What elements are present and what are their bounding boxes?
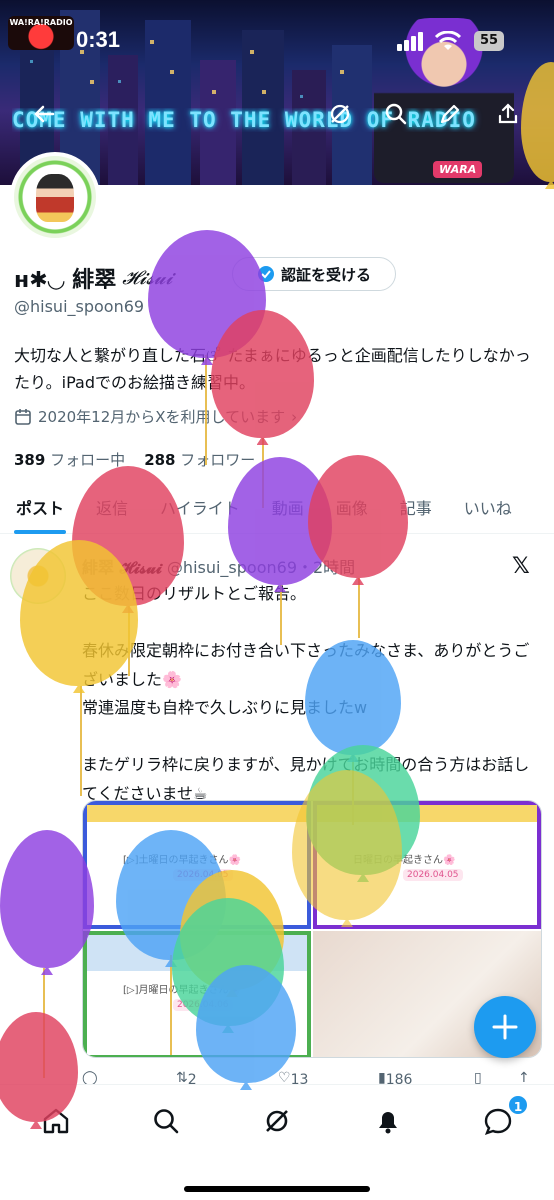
post-line: ここ数日のリザルトとご報告。	[82, 584, 307, 603]
post-header: 緋翠 𝓗𝓲𝓼𝓾𝓲 @hisui_spoon69・2時間	[82, 554, 502, 578]
balloon-purple	[148, 230, 266, 358]
edit-button[interactable]	[432, 96, 468, 132]
following-link[interactable]: 389 フォロー中	[14, 451, 125, 469]
share-button[interactable]	[490, 96, 526, 132]
post-text: ここ数日のリザルトとご報告。 春休み限定朝枠にお付き合い下さったみなさま、ありが…	[82, 580, 544, 808]
edit-icon	[440, 104, 460, 124]
follow-stats: 389 フォロー中 288 フォロワー	[14, 449, 255, 470]
tab-posts[interactable]: ポスト	[0, 484, 80, 534]
nav-notifications[interactable]	[368, 1101, 408, 1141]
grok-icon	[266, 1110, 288, 1132]
nav-grok[interactable]	[257, 1101, 297, 1141]
joined-text: 2020年12月からXを利用しています	[38, 408, 286, 426]
home-icon	[43, 1108, 69, 1134]
bottom-navigation	[0, 1084, 554, 1200]
home-indicator	[184, 1186, 370, 1192]
media-date: 2026.04.05	[173, 869, 233, 881]
grok-button[interactable]	[322, 96, 358, 132]
get-verified-button[interactable]: 認証を受ける	[232, 257, 396, 291]
followers-label: フォロワー	[180, 451, 256, 469]
x-logo-icon: 𝕏	[512, 554, 530, 579]
back-button[interactable]	[26, 96, 62, 132]
battery-indicator: 55	[474, 31, 504, 51]
media-date: 2026.04.06	[173, 999, 233, 1011]
post-line	[82, 723, 544, 752]
media-image-3[interactable]: [▷]月曜日の早起きさん🌸 2026.04.06	[83, 931, 311, 1057]
profile-name: ʜ✱◡ 緋翠	[14, 268, 117, 293]
wifi-icon	[434, 31, 462, 50]
followers-link[interactable]: 288 フォロワー	[144, 451, 255, 469]
profile-handle: @hisui_spoon69	[14, 297, 145, 316]
get-verified-label: 認証を受ける	[280, 265, 371, 284]
tab-videos[interactable]: 動画	[256, 484, 320, 534]
tab-highlights[interactable]: ハイライト	[144, 484, 256, 534]
post-line: 春休み限定朝枠にお付き合い下さったみなさま、ありがとうございました🌸	[82, 641, 530, 689]
verified-badge-icon	[257, 266, 274, 282]
media-caption: [▷]月曜日の早起きさん🌸	[123, 985, 241, 996]
post-line	[82, 609, 544, 638]
search-icon	[385, 103, 407, 125]
joined-date[interactable]: 2020年12月からXを利用しています ›	[14, 406, 297, 427]
nav-search[interactable]	[146, 1101, 186, 1141]
back-arrow-icon	[34, 105, 55, 123]
followers-count: 288	[144, 451, 176, 469]
status-bar: WA!RA!RADIO 0:31 55	[0, 0, 554, 80]
banner-text: COME WITH ME TO THE WORLD OF RADIO	[12, 108, 476, 132]
profile-name-row: ʜ✱◡ 緋翠 𝓗𝓲𝓼𝓾𝓲	[14, 262, 172, 294]
calendar-icon	[15, 408, 31, 425]
plus-icon	[492, 1014, 518, 1040]
profile-avatar[interactable]	[10, 152, 100, 242]
wara-badge: WARA	[433, 161, 483, 178]
chevron-right-icon: ›	[291, 407, 298, 426]
grok-icon	[330, 104, 350, 124]
balloon-purple	[0, 830, 94, 968]
status-time: 0:31	[76, 27, 121, 52]
following-count: 389	[14, 451, 46, 469]
post-handle-time: @hisui_spoon69・2時間	[166, 558, 356, 577]
following-label: フォロー中	[50, 451, 126, 469]
share-icon	[498, 103, 518, 124]
nav-home[interactable]	[36, 1101, 76, 1141]
tab-likes[interactable]: いいね	[448, 484, 528, 534]
post-line: 常連温度も自枠で久しぶりに見ましたw	[82, 698, 368, 717]
avatar-illustration	[36, 174, 74, 222]
tab-articles[interactable]: 記事	[384, 484, 448, 534]
radio-logo: WA!RA!RADIO	[8, 16, 74, 50]
tab-images[interactable]: 画像	[320, 484, 384, 534]
media-caption: [▷]土曜日の早起きさん🌸	[123, 855, 241, 866]
messages-badge: 1	[507, 1094, 529, 1116]
media-image-1[interactable]: [▷]土曜日の早起きさん🌸 2026.04.05	[83, 801, 311, 929]
post-avatar[interactable]	[10, 548, 66, 604]
post-media-grid: [▷]土曜日の早起きさん🌸 2026.04.05 日曜日の早起きさん🌸 2026…	[82, 800, 542, 1058]
profile-tabs: ポスト 返信 ハイライト 動画 画像 記事 いいね	[0, 484, 554, 534]
compose-post-button[interactable]	[474, 996, 536, 1058]
cellular-signal-icon	[397, 32, 423, 51]
profile-name-script: 𝓗𝓲𝓼𝓾𝓲	[122, 267, 173, 289]
notifications-icon	[379, 1112, 397, 1134]
media-image-2[interactable]: 日曜日の早起きさん🌸 2026.04.05	[313, 801, 541, 929]
profile-bio: 大切な人と繋がり直した石ଓ ̊ たまぁにゆるっと企画配信したりしなかったり。iP…	[14, 346, 531, 392]
search-icon	[154, 1109, 179, 1134]
media-date: 2026.04.05	[403, 869, 463, 881]
search-profile-button[interactable]	[378, 96, 414, 132]
media-caption: 日曜日の早起きさん🌸	[353, 855, 456, 866]
balloon-string	[43, 968, 45, 1078]
tab-replies[interactable]: 返信	[80, 484, 144, 534]
post-author[interactable]: 緋翠 𝓗𝓲𝓼𝓾𝓲	[82, 558, 162, 577]
